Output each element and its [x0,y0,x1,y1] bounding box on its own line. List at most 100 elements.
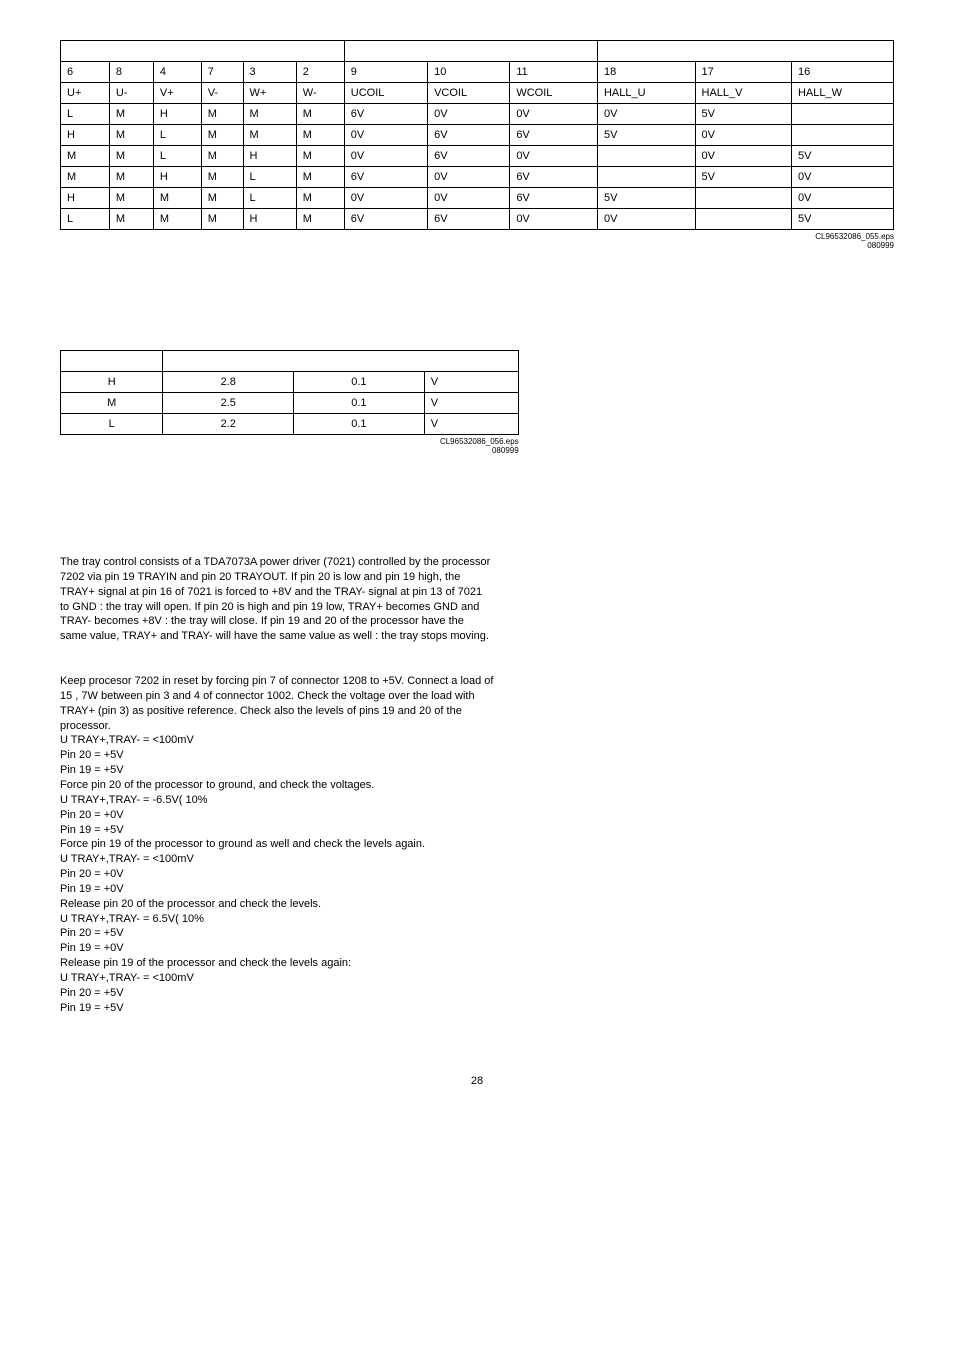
table-cell: 6V [428,146,510,167]
table-cell: M [201,125,243,146]
table-row: M2.50.1V [61,393,519,414]
hall-sensor-table: 6 8 4 7 3 2 9 10 11 18 17 16 U+ U- V+ V-… [60,40,894,230]
procedure-line: Pin 19 = +5V [60,764,124,776]
table-cell: M [61,393,163,414]
table-cell: M [296,146,344,167]
table-cell: M [109,209,153,230]
table-cell: 0V [344,188,427,209]
table-row: HMMMLM0V0V6V5V0V [61,188,894,209]
table-cell: 0V [791,167,893,188]
procedure-line: U TRAY+,TRAY- = <100mV [60,972,194,984]
label-wcoil: WCOIL [510,83,598,104]
col-18: 18 [597,62,695,83]
procedure-line: Pin 19 = +5V [60,1002,124,1014]
table1-caption-2: 080999 [867,241,894,250]
table-cell [597,146,695,167]
table-cell: V [424,372,518,393]
table-cell: 6V [510,188,598,209]
table-cell: M [296,167,344,188]
procedure-line: Force pin 20 of the processor to ground,… [60,779,374,791]
procedure-line: Pin 19 = +0V [60,883,124,895]
table1-caption: CL96532086_055.eps 080999 [60,232,894,250]
table-cell: 0V [597,104,695,125]
table-cell: H [61,125,110,146]
table-cell: 0V [344,146,427,167]
table-cell: V [424,414,518,435]
table-cell: M [109,104,153,125]
table-cell: M [109,146,153,167]
voltage-level-table: H2.80.1VM2.50.1VL2.20.1V [60,350,519,435]
table-row: H2.80.1V [61,372,519,393]
table-cell: L [243,167,296,188]
blank-row-2 [61,351,519,372]
table-cell: L [153,125,201,146]
table2-caption-2: 080999 [492,446,519,455]
table-row: LMMMHM6V6V0V0V5V [61,209,894,230]
label-w-plus: W+ [243,83,296,104]
table-cell: H [243,209,296,230]
table-cell: 0V [428,188,510,209]
table-cell: M [201,167,243,188]
table-row: LMHMMM6V0V0V0V5V [61,104,894,125]
procedure-line: Force pin 19 of the processor to ground … [60,838,425,850]
col-3: 3 [243,62,296,83]
label-u-plus: U+ [61,83,110,104]
table-cell: 6V [344,209,427,230]
procedure-line: U TRAY+,TRAY- = -6.5V( 10% [60,794,208,806]
table-cell: 2.5 [163,393,294,414]
table-cell: 2.8 [163,372,294,393]
table-cell: L [243,188,296,209]
table-cell: L [61,414,163,435]
table-cell: 0V [695,125,791,146]
col-9: 9 [344,62,427,83]
table-cell: 0V [344,125,427,146]
table-cell: 0.1 [294,393,425,414]
table-cell: 5V [791,146,893,167]
table-cell: M [201,188,243,209]
procedure-line: Pin 20 = +5V [60,749,124,761]
table-cell: M [153,209,201,230]
table-cell: 0.1 [294,372,425,393]
table-cell: 0V [510,104,598,125]
blank-row [61,41,894,62]
label-v-minus: V- [201,83,243,104]
table2-caption-1: CL96532086_056.eps [440,437,519,446]
table-cell: 5V [597,125,695,146]
label-v-plus: V+ [153,83,201,104]
table-cell: M [296,104,344,125]
table-cell: 6V [428,209,510,230]
label-u-minus: U- [109,83,153,104]
procedure-line: Pin 19 = +5V [60,824,124,836]
procedure-line: Keep procesor 7202 in reset by forcing p… [60,675,493,732]
table-cell [597,167,695,188]
table-cell [695,188,791,209]
procedure-line: Release pin 20 of the processor and chec… [60,898,321,910]
col-16: 16 [791,62,893,83]
label-hall-w: HALL_W [791,83,893,104]
table-cell: L [61,104,110,125]
table-cell: 5V [695,167,791,188]
table-cell: 0V [695,146,791,167]
table-row: HMLMMM0V6V6V5V0V [61,125,894,146]
header-row: 6 8 4 7 3 2 9 10 11 18 17 16 [61,62,894,83]
label-vcoil: VCOIL [428,83,510,104]
table-cell: L [61,209,110,230]
table-cell: 0V [597,209,695,230]
table-cell: M [109,125,153,146]
table-cell: 0V [510,209,598,230]
col-6: 6 [61,62,110,83]
table-cell: 6V [344,104,427,125]
table-cell: M [61,146,110,167]
table-cell: 0V [428,167,510,188]
procedure-line: U TRAY+,TRAY- = 6.5V( 10% [60,913,204,925]
table-cell: 6V [510,125,598,146]
page-number: 28 [60,1075,894,1087]
procedure-line: Release pin 19 of the processor and chec… [60,957,351,969]
table-cell: M [109,188,153,209]
table-cell: 0V [510,146,598,167]
col-8: 8 [109,62,153,83]
table-cell: M [296,125,344,146]
table-cell [695,209,791,230]
col-17: 17 [695,62,791,83]
table-cell: 5V [695,104,791,125]
